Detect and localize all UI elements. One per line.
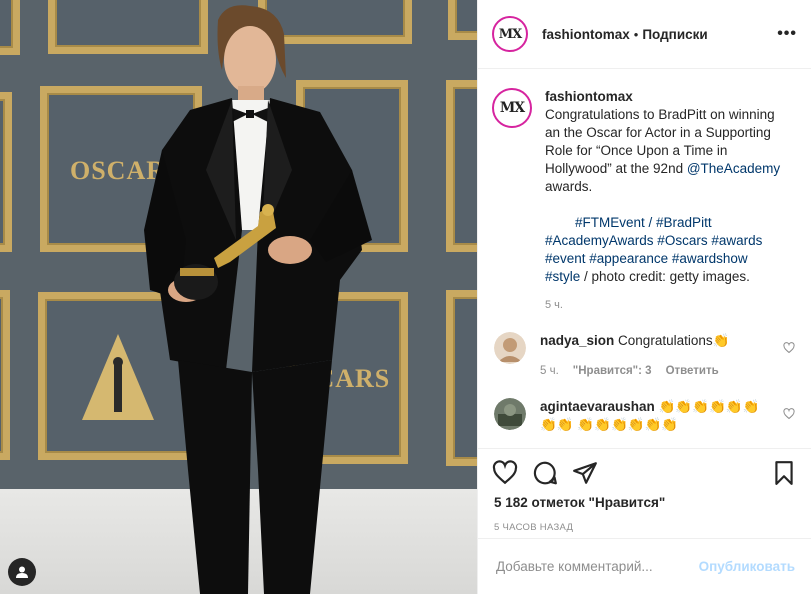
- more-icon: •••: [777, 25, 797, 42]
- comment-body: agintaevaraushan 👏👏👏👏👏👏👏👏 👏👏👏👏👏👏: [540, 398, 760, 434]
- more-options-button[interactable]: •••: [777, 25, 797, 43]
- gold-frame: [0, 0, 20, 55]
- author-username[interactable]: fashiontomax: [542, 27, 630, 42]
- post-actions: 5 182 отметок "Нравится" 5 ЧАСОВ НАЗАД О…: [478, 448, 811, 594]
- post-side-panel: MX fashiontomax • Подписки ••• MX fashio…: [477, 0, 811, 594]
- author-avatar[interactable]: MX: [492, 16, 528, 52]
- comment-text: Congratulations👏: [618, 333, 730, 348]
- caption: MX fashiontomax Congratulations to BradP…: [492, 70, 797, 314]
- brand-logo: MX: [496, 92, 528, 124]
- post-header: MX fashiontomax • Подписки •••: [478, 0, 811, 69]
- tagged-user-button[interactable]: [8, 558, 36, 586]
- person-in-tuxedo: [144, 5, 372, 594]
- hashtag-link[interactable]: #FTMEvent / #BradPitt: [575, 215, 712, 230]
- caption-username[interactable]: fashiontomax: [545, 88, 785, 106]
- reply-button[interactable]: Ответить: [666, 362, 719, 380]
- caption-text-tail: awards.: [545, 179, 593, 194]
- caption-avatar[interactable]: MX: [492, 88, 532, 128]
- gold-frame: [446, 290, 477, 466]
- separator-dot: •: [633, 26, 639, 42]
- following-button[interactable]: Подписки: [642, 27, 707, 42]
- commenter-avatar[interactable]: [494, 332, 526, 364]
- caption-hashtags: #FTMEvent / #BradPitt #AcademyAwards #Os…: [545, 214, 785, 286]
- comment-icon[interactable]: [532, 460, 558, 486]
- gold-frame: [448, 0, 477, 40]
- add-comment-bar: Опубликовать: [478, 538, 811, 594]
- comment-like-heart-icon[interactable]: [783, 408, 795, 420]
- post-time[interactable]: 5 ЧАСОВ НАЗАД: [478, 522, 811, 533]
- caption-body: fashiontomax Congratulations to BradPitt…: [545, 88, 785, 314]
- publish-button[interactable]: Опубликовать: [699, 559, 795, 574]
- comment-meta: 5 ч. "Нравится": 3 Ответить: [540, 362, 760, 380]
- user-icon: [16, 566, 28, 578]
- comment-like-heart-icon[interactable]: [783, 342, 795, 354]
- comment-username[interactable]: agintaevaraushan: [540, 399, 655, 414]
- comment-item: nadya_sion Congratulations👏 5 ч. "Нравит…: [492, 332, 797, 380]
- gold-frame: [0, 92, 12, 252]
- post-photo[interactable]: OSCARS SCARS: [0, 0, 477, 594]
- comment-input[interactable]: [494, 558, 699, 575]
- comments-list[interactable]: MX fashiontomax Congratulations to BradP…: [478, 70, 811, 448]
- caption-text: Congratulations to BradPitt on winning a…: [545, 106, 785, 196]
- mention-link[interactable]: @TheAcademy: [687, 161, 780, 176]
- comment-likes[interactable]: "Нравится": 3: [573, 362, 652, 380]
- gold-frame: [446, 80, 477, 252]
- heart-icon[interactable]: [492, 460, 518, 486]
- bookmark-icon[interactable]: [771, 460, 797, 486]
- commenter-avatar[interactable]: [494, 398, 526, 430]
- comment-username[interactable]: nadya_sion: [540, 333, 614, 348]
- caption-time[interactable]: 5 ч.: [545, 296, 785, 314]
- likes-count[interactable]: 5 182 отметок "Нравится": [478, 495, 811, 510]
- photo-credit: / photo credit: getty images.: [580, 269, 750, 284]
- comment-body: nadya_sion Congratulations👏 5 ч. "Нравит…: [540, 332, 760, 380]
- action-icons: [478, 449, 811, 489]
- brand-logo: MX: [496, 20, 524, 48]
- gold-frame: [0, 290, 10, 460]
- comment-time[interactable]: 5 ч.: [540, 362, 559, 380]
- share-icon[interactable]: [572, 460, 598, 486]
- comment-item: agintaevaraushan 👏👏👏👏👏👏👏👏 👏👏👏👏👏👏: [492, 398, 797, 434]
- post-dialog: OSCARS SCARS MX fashiontomax • Подписки …: [0, 0, 811, 594]
